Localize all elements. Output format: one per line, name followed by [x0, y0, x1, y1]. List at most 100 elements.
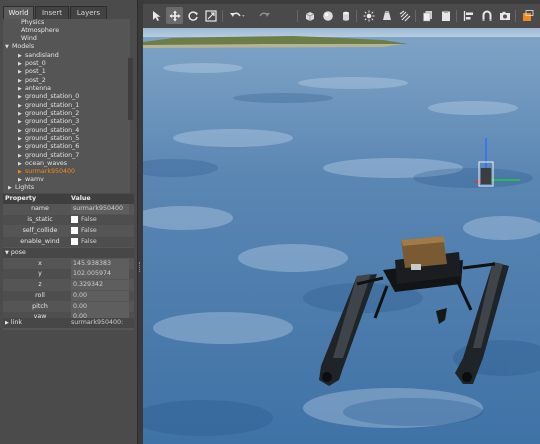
tree-item-atmosphere[interactable]: Atmosphere [21, 27, 59, 35]
sphere-button[interactable] [319, 7, 336, 24]
record-button[interactable] [519, 7, 536, 24]
property-row-is-static[interactable]: is_static False [3, 215, 134, 225]
align-button[interactable] [460, 7, 477, 24]
expand-right-icon[interactable]: ▶ [18, 176, 25, 184]
directional-light-button[interactable] [396, 7, 413, 24]
copy-button[interactable] [419, 7, 436, 24]
tree-item-model[interactable]: ▶ wamv [18, 176, 44, 184]
screenshot-button[interactable] [496, 7, 513, 24]
expand-right-icon[interactable]: ▶ [18, 102, 25, 110]
expand-down-icon[interactable]: ▼ [5, 43, 12, 51]
enable-wind-checkbox[interactable] [71, 237, 78, 245]
pose-x-value[interactable]: 145.938383 [71, 259, 129, 269]
pose-z-value[interactable]: 0.329342 [71, 280, 129, 290]
box-icon [305, 11, 314, 21]
property-row-name[interactable]: name surmark950400 [3, 204, 134, 214]
tree-item-model[interactable]: ▶ ground_station_4 [18, 127, 79, 135]
redo-button[interactable] [254, 7, 276, 24]
property-group-pose[interactable]: ▼ pose [3, 248, 134, 258]
toolbar-separator [456, 10, 457, 22]
toolbar-separator [222, 10, 223, 22]
toolbar [143, 4, 540, 29]
tree-item-model[interactable]: ▶ ground_station_7 [18, 152, 79, 160]
pose-row-pitch[interactable]: pitch 0.00 [3, 302, 134, 312]
tree-item-wind[interactable]: Wind [21, 35, 37, 43]
expand-right-icon[interactable]: ▶ [18, 160, 25, 168]
expand-right-icon[interactable]: ▶ [18, 60, 25, 68]
link-expander[interactable]: ▶ link [5, 318, 22, 328]
tree-item-model[interactable]: ▶ ground_station_0 [18, 93, 79, 101]
tree-item-label: antenna [25, 85, 52, 92]
point-light-icon [363, 10, 374, 21]
tree-item-label: sandisland [25, 52, 59, 59]
scale-mode-button[interactable] [202, 7, 219, 24]
copy-icon [422, 10, 432, 21]
pose-row-y[interactable]: y 102.005974 [3, 269, 134, 279]
translate-mode-button[interactable] [166, 7, 183, 24]
tree-item-model-selected[interactable]: ▶ surmark950400 [18, 168, 75, 176]
property-value[interactable]: surmark950400 [71, 204, 129, 214]
tree-scrollbar[interactable] [128, 58, 133, 120]
expand-right-icon[interactable]: ▶ [18, 168, 25, 176]
pose-y-value[interactable]: 102.005974 [71, 269, 129, 279]
property-row-self-collide[interactable]: self_collide False [3, 226, 134, 236]
tree-item-label: ground_station_3 [25, 118, 80, 125]
undo-button[interactable] [226, 7, 248, 24]
3d-viewport[interactable] [143, 28, 540, 444]
expand-right-icon[interactable]: ▶ [18, 85, 25, 93]
point-light-button[interactable] [360, 7, 377, 24]
expand-right-icon[interactable]: ▶ [18, 77, 25, 85]
is-static-checkbox[interactable] [71, 215, 78, 223]
expand-right-icon[interactable]: ▶ [18, 135, 25, 143]
expand-right-icon[interactable]: ▶ [18, 152, 25, 160]
expand-right-icon[interactable]: ▶ [18, 68, 25, 76]
paste-button[interactable] [437, 7, 454, 24]
tree-item-model[interactable]: ▶ post_0 [18, 60, 46, 68]
property-group-link[interactable]: ▶ link surmark950400: [3, 318, 134, 328]
tree-item-model[interactable]: ▶ ground_station_6 [18, 143, 79, 151]
rotate-mode-icon [187, 10, 198, 21]
tree-item-lights[interactable]: ▶ Lights [8, 184, 34, 192]
tree-item-model[interactable]: ▶ ocean_waves [18, 160, 67, 168]
expand-right-icon[interactable]: ▶ [8, 184, 15, 192]
spot-light-button[interactable] [378, 7, 395, 24]
pose-expander[interactable]: ▼ pose [5, 248, 26, 258]
tab-world[interactable]: World [3, 6, 34, 19]
snap-button[interactable] [478, 7, 495, 24]
pose-label: pose [10, 249, 26, 256]
tree-item-model[interactable]: ▶ sandisland [18, 52, 59, 60]
select-mode-button[interactable] [148, 7, 165, 24]
tab-layers[interactable]: Layers [70, 6, 107, 19]
tree-item-model[interactable]: ▶ ground_station_3 [18, 118, 79, 126]
pose-roll-value[interactable]: 0.00 [71, 291, 129, 301]
expand-right-icon[interactable]: ▶ [18, 93, 25, 101]
pose-row-x[interactable]: x 145.938383 [3, 259, 134, 269]
tree-item-model[interactable]: ▶ post_2 [18, 77, 46, 85]
tree-item-model[interactable]: ▶ ground_station_2 [18, 110, 79, 118]
cylinder-button[interactable] [337, 7, 354, 24]
expand-right-icon[interactable]: ▶ [18, 110, 25, 118]
expand-right-icon[interactable]: ▶ [18, 118, 25, 126]
toolbar-separator [356, 10, 357, 22]
scene-render[interactable] [143, 28, 540, 444]
property-header: Property Value [3, 194, 134, 204]
tree-item-physics[interactable]: Physics [21, 19, 44, 27]
tree-item-label: Lights [15, 184, 34, 191]
self-collide-checkbox[interactable] [71, 226, 78, 234]
tree-item-model[interactable]: ▶ ground_station_1 [18, 102, 79, 110]
rotate-mode-button[interactable] [184, 7, 201, 24]
tree-item-label: wamv [25, 176, 44, 183]
pose-row-z[interactable]: z 0.329342 [3, 280, 134, 290]
expand-right-icon[interactable]: ▶ [18, 52, 25, 60]
expand-right-icon[interactable]: ▶ [18, 143, 25, 151]
property-row-enable-wind[interactable]: enable_wind False [3, 237, 134, 247]
pose-row-roll[interactable]: roll 0.00 [3, 291, 134, 301]
pose-pitch-value[interactable]: 0.00 [71, 302, 129, 312]
tree-item-model[interactable]: ▶ ground_station_5 [18, 135, 79, 143]
tree-item-models[interactable]: ▼ Models [5, 43, 34, 51]
tree-item-model[interactable]: ▶ antenna [18, 85, 51, 93]
tab-insert[interactable]: Insert [35, 6, 69, 19]
tree-item-model[interactable]: ▶ post_1 [18, 68, 46, 76]
expand-right-icon[interactable]: ▶ [18, 127, 25, 135]
box-button[interactable] [301, 7, 318, 24]
